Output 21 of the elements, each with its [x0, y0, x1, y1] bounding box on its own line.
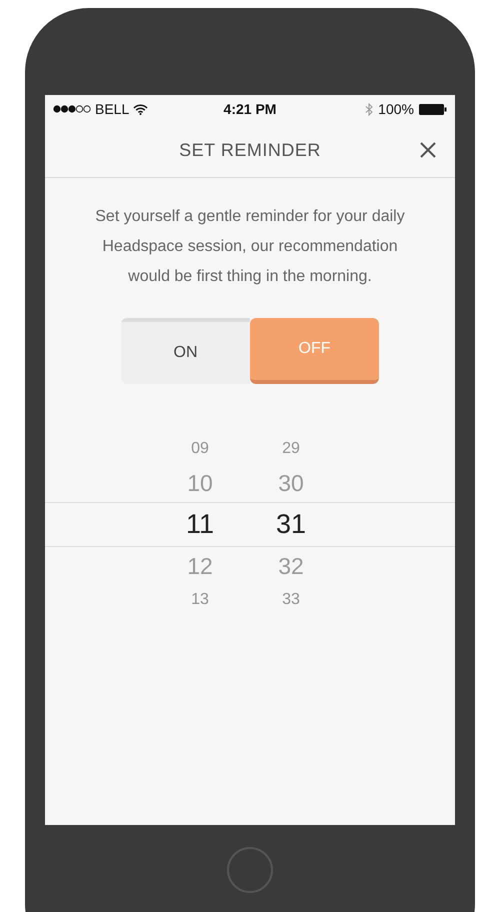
hour-value[interactable]: 13: [45, 588, 231, 612]
signal-icon: [53, 105, 91, 113]
toggle-option[interactable]: OFF: [250, 318, 379, 384]
hour-value[interactable]: 10: [45, 466, 231, 500]
minute-value[interactable]: 33: [261, 588, 321, 612]
minute-value[interactable]: 32: [261, 548, 321, 584]
wifi-icon: [133, 104, 148, 114]
carrier-name: BELL: [95, 100, 130, 118]
bluetooth-icon: [365, 102, 374, 116]
toggle-option[interactable]: ON: [121, 318, 250, 384]
status-time: 4:21 PM: [224, 100, 276, 118]
minute-value[interactable]: 30: [261, 466, 321, 500]
hour-value[interactable]: 11: [45, 504, 231, 545]
hour-value[interactable]: 09: [45, 437, 231, 461]
hour-value[interactable]: 12: [45, 548, 231, 584]
screen-title: SET REMINDER: [179, 138, 321, 162]
battery-icon: [418, 104, 447, 114]
reminder-description: Set yourself a gentle reminder for your daily Headspace session, our recommendation would be first thing in the morning.: [94, 207, 406, 287]
minute-value[interactable]: 29: [261, 437, 321, 461]
minute-value[interactable]: 31: [261, 504, 321, 545]
battery-percent: 100%: [378, 100, 414, 118]
